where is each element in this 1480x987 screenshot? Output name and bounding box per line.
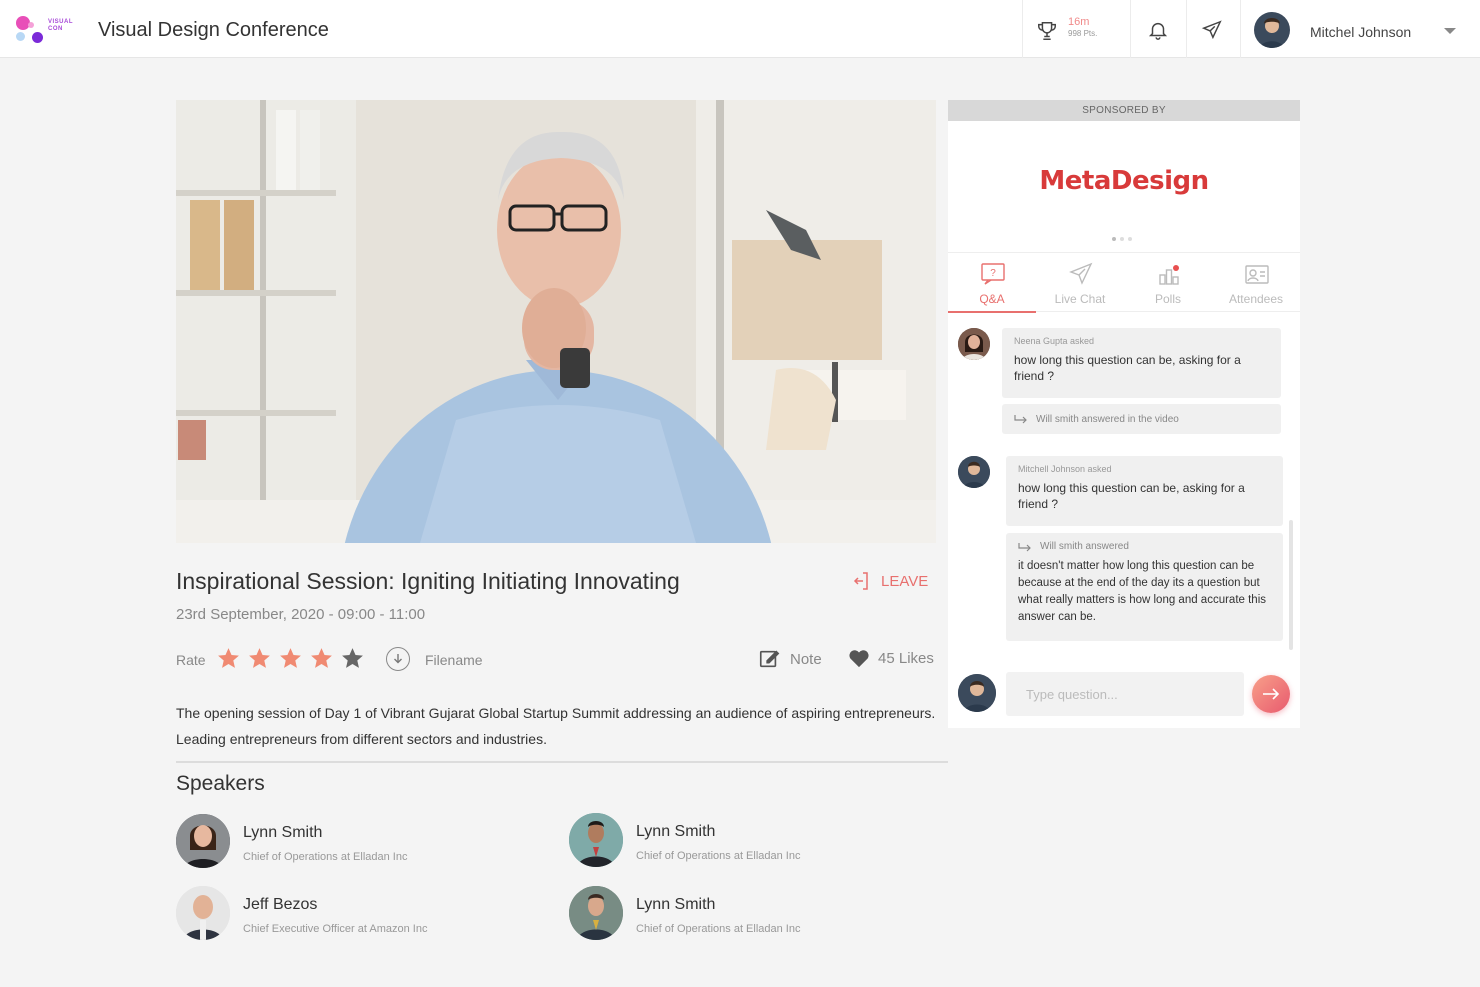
question-bubble: Mitchell Johnson asked how long this que… [1006, 456, 1283, 526]
send-question-button[interactable] [1252, 675, 1290, 713]
speaker-role: Chief of Operations at Elladan Inc [243, 851, 408, 863]
question-asker: Neena Gupta asked [1014, 336, 1095, 346]
answer-bubble: Will smith answered it doesn't matter ho… [1006, 533, 1283, 641]
answer-by: Will smith answered in the video [1036, 413, 1179, 425]
speaker-avatar [569, 886, 623, 940]
asker-avatar [958, 456, 990, 488]
speaker-avatar [176, 886, 230, 940]
send-icon [1201, 20, 1222, 40]
download-button[interactable] [386, 647, 410, 671]
leave-label: LEAVE [881, 572, 929, 590]
leave-button[interactable]: LEAVE [853, 572, 928, 590]
logo-text: VISUAL CON [48, 19, 73, 32]
current-user-avatar [958, 674, 996, 712]
download-icon [394, 654, 402, 664]
star-filled-icon[interactable] [309, 646, 334, 671]
chevron-down-icon[interactable] [1444, 28, 1456, 34]
tab-label: Q&A [979, 292, 1005, 306]
polls-icon [1159, 265, 1179, 285]
arrow-right-icon [1263, 688, 1280, 700]
question-asker: Mitchell Johnson asked [1018, 464, 1112, 474]
like-button[interactable]: 45 Likes [848, 648, 934, 668]
tab-live-chat[interactable]: Live Chat [1036, 253, 1124, 313]
likes-count: 45 Likes [878, 649, 934, 667]
sponsor-carousel-dots[interactable] [1112, 237, 1132, 241]
speaker-name: Lynn Smith [636, 823, 716, 840]
speaker-card[interactable]: Jeff Bezos Chief Executive Officer at Am… [176, 886, 496, 942]
speaker-role: Chief of Operations at Elladan Inc [636, 923, 801, 935]
question-text: how long this question can be, asking fo… [1014, 353, 1241, 383]
speaker-avatar [176, 814, 230, 868]
messages-button[interactable] [1200, 18, 1224, 42]
tab-label: Live Chat [1054, 292, 1106, 306]
star-filled-icon[interactable] [278, 646, 303, 671]
sponsor-logo[interactable]: MetaDesign [948, 166, 1300, 196]
tab-polls[interactable]: Polls [1124, 253, 1212, 313]
qa-icon: ? [981, 263, 1005, 285]
answer-text: it doesn't matter how long this question… [1018, 560, 1267, 623]
session-description: The opening session of Day 1 of Vibrant … [176, 705, 936, 747]
question-input[interactable] [1006, 672, 1244, 716]
edit-icon [759, 650, 780, 668]
rating-stars[interactable] [216, 646, 365, 671]
reply-icon [1018, 542, 1031, 551]
bell-icon [1148, 22, 1168, 40]
speaker-name: Lynn Smith [636, 896, 716, 913]
speaker-name: Jeff Bezos [243, 896, 318, 913]
video-frame [176, 100, 936, 543]
top-bar: VISUAL CON Visual Design Conference 16m … [0, 0, 1480, 58]
panel-tabs: ? Q&A Live Chat Polls Attendees [948, 252, 1300, 313]
score-time: 16m [1068, 16, 1090, 28]
session-date: 23rd September, 2020 - 09:00 - 11:00 [176, 606, 426, 623]
star-empty-icon[interactable] [340, 646, 365, 671]
send-icon [1069, 262, 1093, 285]
answer-by: Will smith answered [1040, 541, 1129, 552]
question-bubble: Neena Gupta asked how long this question… [1002, 328, 1281, 398]
speaker-card[interactable]: Lynn Smith Chief of Operations at Ellada… [176, 814, 496, 870]
star-filled-icon[interactable] [247, 646, 272, 671]
question-text: how long this question can be, asking fo… [1018, 481, 1245, 511]
tab-qa[interactable]: ? Q&A [948, 253, 1036, 313]
tab-attendees[interactable]: Attendees [1212, 253, 1300, 313]
speaker-role: Chief of Operations at Elladan Inc [636, 850, 801, 862]
asker-avatar [958, 328, 990, 360]
divider [176, 761, 948, 763]
speaker-avatar [569, 813, 623, 867]
filename-link[interactable]: Filename [425, 652, 483, 668]
answer-note: Will smith answered in the video [1002, 404, 1281, 434]
app-logo[interactable]: VISUAL CON [14, 14, 84, 46]
speaker-card[interactable]: Lynn Smith Chief of Operations at Ellada… [569, 813, 889, 869]
app-title: Visual Design Conference [98, 19, 329, 41]
user-avatar[interactable] [1254, 12, 1290, 48]
speakers-heading: Speakers [176, 772, 265, 795]
sponsored-by-label: SPONSORED BY [948, 100, 1300, 121]
star-filled-icon[interactable] [216, 646, 241, 671]
speaker-card[interactable]: Lynn Smith Chief of Operations at Ellada… [569, 886, 889, 942]
user-name[interactable]: Mitchel Johnson [1310, 24, 1411, 40]
score-points: 998 Pts. [1068, 29, 1098, 38]
session-title: Inspirational Session: Igniting Initiati… [176, 568, 680, 594]
trophy-icon[interactable] [1036, 20, 1058, 42]
attendees-icon [1245, 265, 1269, 284]
note-button[interactable]: Note [758, 648, 822, 670]
rate-label: Rate [176, 652, 206, 668]
speaker-name: Lynn Smith [243, 824, 323, 841]
video-player[interactable] [176, 100, 936, 543]
speaker-role: Chief Executive Officer at Amazon Inc [243, 923, 428, 935]
tab-label: Polls [1154, 292, 1181, 306]
tab-label: Attendees [1228, 292, 1284, 306]
score-display: 16m 998 Pts. [1068, 16, 1097, 40]
heart-icon [849, 650, 869, 668]
qa-scrollbar[interactable] [1289, 520, 1293, 650]
notifications-button[interactable] [1146, 18, 1170, 42]
svg-text:?: ? [990, 268, 996, 279]
reply-icon [1014, 415, 1027, 424]
exit-icon [853, 572, 868, 590]
note-label: Note [790, 650, 822, 668]
